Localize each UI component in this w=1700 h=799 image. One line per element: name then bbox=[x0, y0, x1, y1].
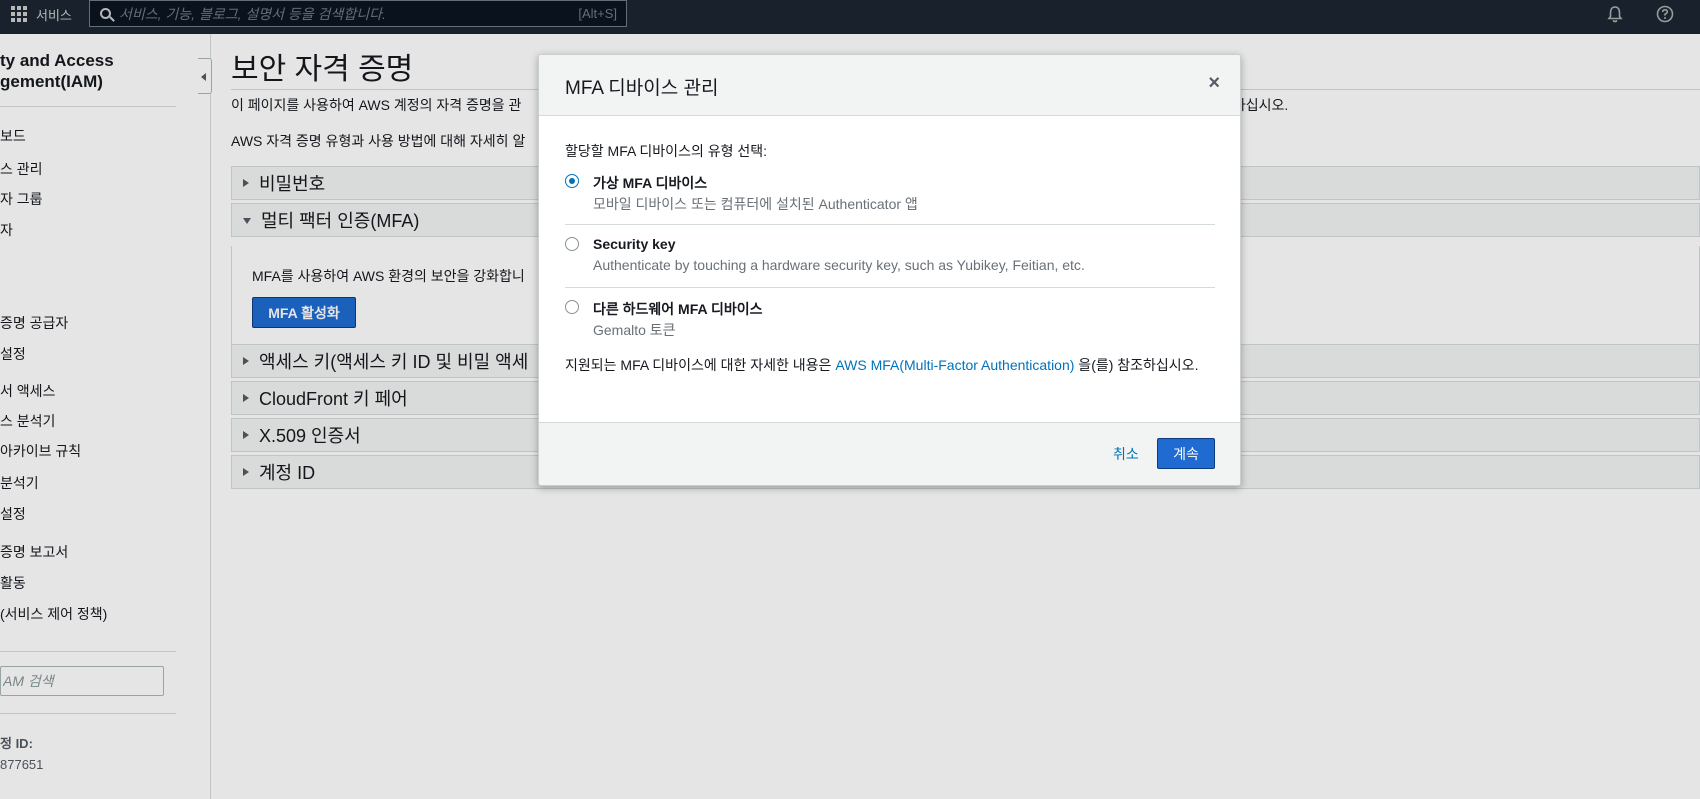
close-icon[interactable]: × bbox=[1208, 73, 1220, 93]
device-type-prompt: 할당할 MFA 디바이스의 유형 선택: bbox=[565, 143, 768, 159]
modal-backdrop-top bbox=[0, 0, 1700, 34]
info-suffix: 을(를) 참조하십시오. bbox=[1074, 357, 1199, 373]
cancel-button[interactable]: 취소 bbox=[1113, 444, 1139, 464]
info-prefix: 지원되는 MFA 디바이스에 대한 자세한 내용은 bbox=[565, 357, 836, 373]
manage-mfa-device-dialog: MFA 디바이스 관리 × 할당할 MFA 디바이스의 유형 선택: 가상 MF… bbox=[538, 54, 1241, 486]
aws-mfa-link[interactable]: AWS MFA(Multi-Factor Authentication) bbox=[835, 357, 1074, 373]
dialog-header: MFA 디바이스 관리 × bbox=[539, 55, 1240, 116]
radio-virtual-mfa[interactable] bbox=[565, 174, 579, 188]
radio-hardware-mfa[interactable] bbox=[565, 300, 579, 314]
option-title: 가상 MFA 디바이스 bbox=[593, 175, 708, 191]
mfa-info-text: 지원되는 MFA 디바이스에 대한 자세한 내용은 AWS MFA(Multi-… bbox=[565, 355, 1215, 375]
option-title: Security key bbox=[593, 236, 676, 252]
option-title: 다른 하드웨어 MFA 디바이스 bbox=[593, 301, 763, 317]
option-description: Gemalto 토큰 bbox=[593, 322, 676, 338]
continue-button[interactable]: 계속 bbox=[1157, 438, 1215, 469]
radio-security-key[interactable] bbox=[565, 237, 579, 251]
option-description: 모바일 디바이스 또는 컴퓨터에 설치된 Authenticator 앱 bbox=[593, 196, 918, 212]
divider bbox=[565, 287, 1215, 288]
divider bbox=[565, 224, 1215, 225]
option-description: Authenticate by touching a hardware secu… bbox=[593, 257, 1085, 273]
dialog-footer: 취소 계속 bbox=[539, 422, 1240, 485]
dialog-title: MFA 디바이스 관리 bbox=[565, 78, 719, 99]
